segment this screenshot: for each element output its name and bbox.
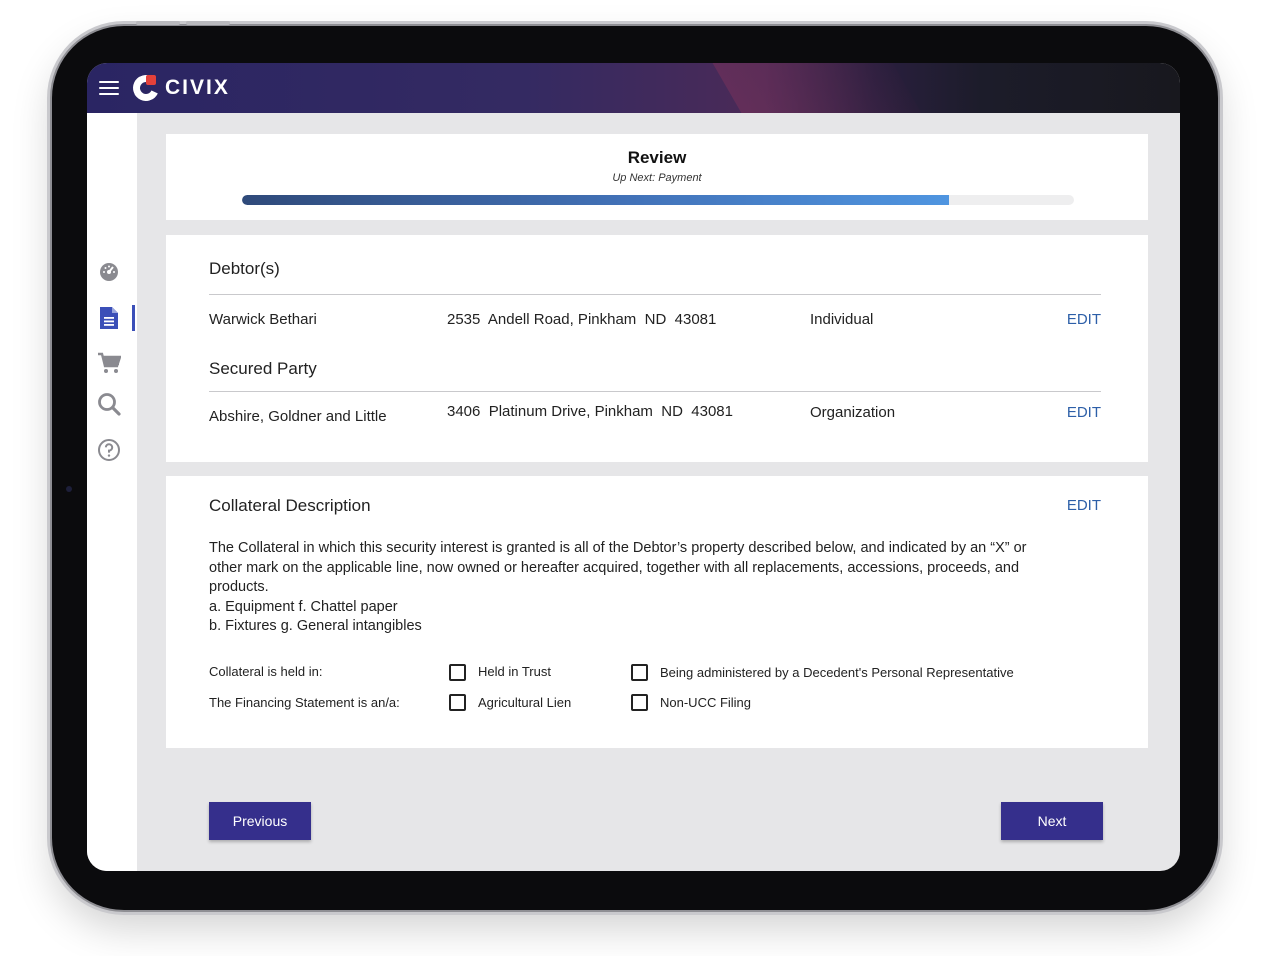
debtor-name: Warwick Bethari	[209, 311, 317, 328]
debtor-type: Individual	[810, 311, 874, 328]
description-line: The Collateral in which this security in…	[209, 540, 1027, 556]
held-in-trust-label: Held in Trust	[478, 664, 551, 679]
secured-party-name: Abshire, Goldner and Little	[209, 408, 387, 425]
header-decoration	[712, 63, 922, 113]
debtors-title: Debtor(s)	[209, 259, 280, 278]
civix-logo-icon	[129, 71, 163, 105]
collateral-card: Collateral Description EDIT The Collater…	[166, 476, 1148, 748]
divider	[209, 294, 1101, 295]
parties-card: Debtor(s) Warwick Bethari 2535 Andell Ro…	[166, 235, 1148, 462]
tablet-button	[186, 21, 230, 25]
help-icon[interactable]	[87, 435, 131, 465]
description-line: other mark on the applicable line, now o…	[209, 559, 1020, 576]
statement-type-label: The Financing Statement is an/a:	[209, 695, 400, 710]
progress-bar	[242, 195, 1074, 205]
cart-icon[interactable]	[87, 348, 131, 378]
secured-party-type: Organization	[810, 404, 896, 421]
secured-party-address: 3406 Platinum Drive, Pinkham ND 43081	[447, 403, 733, 420]
held-in-label: Collateral is held in:	[209, 664, 323, 679]
edit-secured-party-link[interactable]: EDIT	[1067, 404, 1101, 421]
held-in-trust-checkbox[interactable]	[449, 664, 466, 681]
decedent-representative-checkbox[interactable]	[631, 664, 648, 681]
description-line: products.	[209, 579, 269, 596]
progress-card: Review Up Next: Payment	[166, 134, 1148, 220]
search-icon[interactable]	[87, 389, 131, 419]
debtor-address: 2535 Andell Road, Pinkham ND 43081	[447, 311, 717, 328]
dashboard-icon[interactable]	[87, 256, 131, 286]
collateral-description: The Collateral in which this security in…	[209, 539, 1109, 637]
tablet-camera	[66, 486, 72, 492]
secured-party-title: Secured Party	[209, 359, 317, 378]
brand-name: CIVIX	[165, 76, 230, 99]
non-ucc-filing-checkbox[interactable]	[631, 694, 648, 711]
progress-bar-fill	[242, 195, 950, 205]
edit-collateral-link[interactable]: EDIT	[1067, 497, 1101, 514]
app-header: CIVIX	[87, 63, 1180, 113]
description-line: b. Fixtures g. General intangibles	[209, 618, 422, 635]
previous-button[interactable]: Previous	[209, 802, 311, 840]
document-icon[interactable]	[87, 303, 135, 333]
step-title: Review	[627, 148, 687, 167]
divider	[209, 391, 1101, 392]
sidebar	[87, 113, 137, 871]
civix-logo[interactable]: CIVIX	[129, 71, 230, 105]
edit-debtor-link[interactable]: EDIT	[1067, 311, 1101, 328]
description-line: a. Equipment f. Chattel paper	[209, 598, 398, 615]
agricultural-lien-label: Agricultural Lien	[478, 695, 572, 710]
app-screen: CIVIX Review Up Next: Payment Debtor(s) …	[87, 63, 1180, 871]
menu-icon[interactable]	[99, 81, 119, 95]
non-ucc-filing-label: Non-UCC Filing	[660, 695, 752, 710]
tablet-button	[136, 21, 180, 25]
next-button[interactable]: Next	[1001, 802, 1103, 840]
agricultural-lien-checkbox[interactable]	[449, 694, 466, 711]
next-step-label: Up Next: Payment	[612, 172, 702, 184]
decedent-representative-label: Being administered by a Decedent's Perso…	[660, 665, 1014, 680]
collateral-title: Collateral Description	[209, 496, 371, 515]
